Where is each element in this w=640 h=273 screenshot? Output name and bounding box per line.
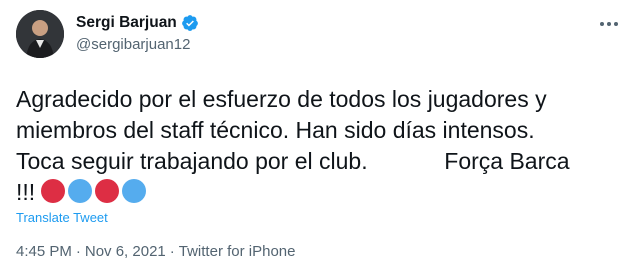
blue-circle-emoji (68, 179, 93, 203)
tweet-meta: 4:45 PM · Nov 6, 2021 · Twitter for iPho… (16, 243, 295, 260)
verified-badge-icon (181, 14, 199, 32)
red-circle-emoji (41, 179, 66, 203)
meta-separator: · (169, 243, 175, 260)
author-handle[interactable]: @sergibarjuan12 (76, 36, 199, 53)
tweet-date[interactable]: Nov 6, 2021 (85, 243, 166, 260)
red-circle-emoji (95, 179, 120, 203)
translate-tweet-link[interactable]: Translate Tweet (16, 210, 108, 225)
more-options-icon[interactable] (598, 16, 620, 32)
author-name[interactable]: Sergi Barjuan (76, 14, 177, 32)
author-block: Sergi Barjuan @sergibarjuan12 (76, 12, 199, 53)
emoji-row (41, 179, 147, 203)
name-row: Sergi Barjuan (76, 12, 199, 34)
tweet-time[interactable]: 4:45 PM (16, 243, 72, 260)
blue-circle-emoji (122, 179, 147, 203)
tweet-card: Sergi Barjuan @sergibarjuan12 Agradecido… (0, 0, 640, 273)
meta-separator: · (75, 243, 81, 260)
avatar[interactable] (16, 10, 64, 58)
tweet-text: Agradecido por el esfuerzo de todos los … (16, 84, 621, 208)
avatar-image (16, 10, 64, 58)
tweet-source[interactable]: Twitter for iPhone (179, 243, 296, 260)
